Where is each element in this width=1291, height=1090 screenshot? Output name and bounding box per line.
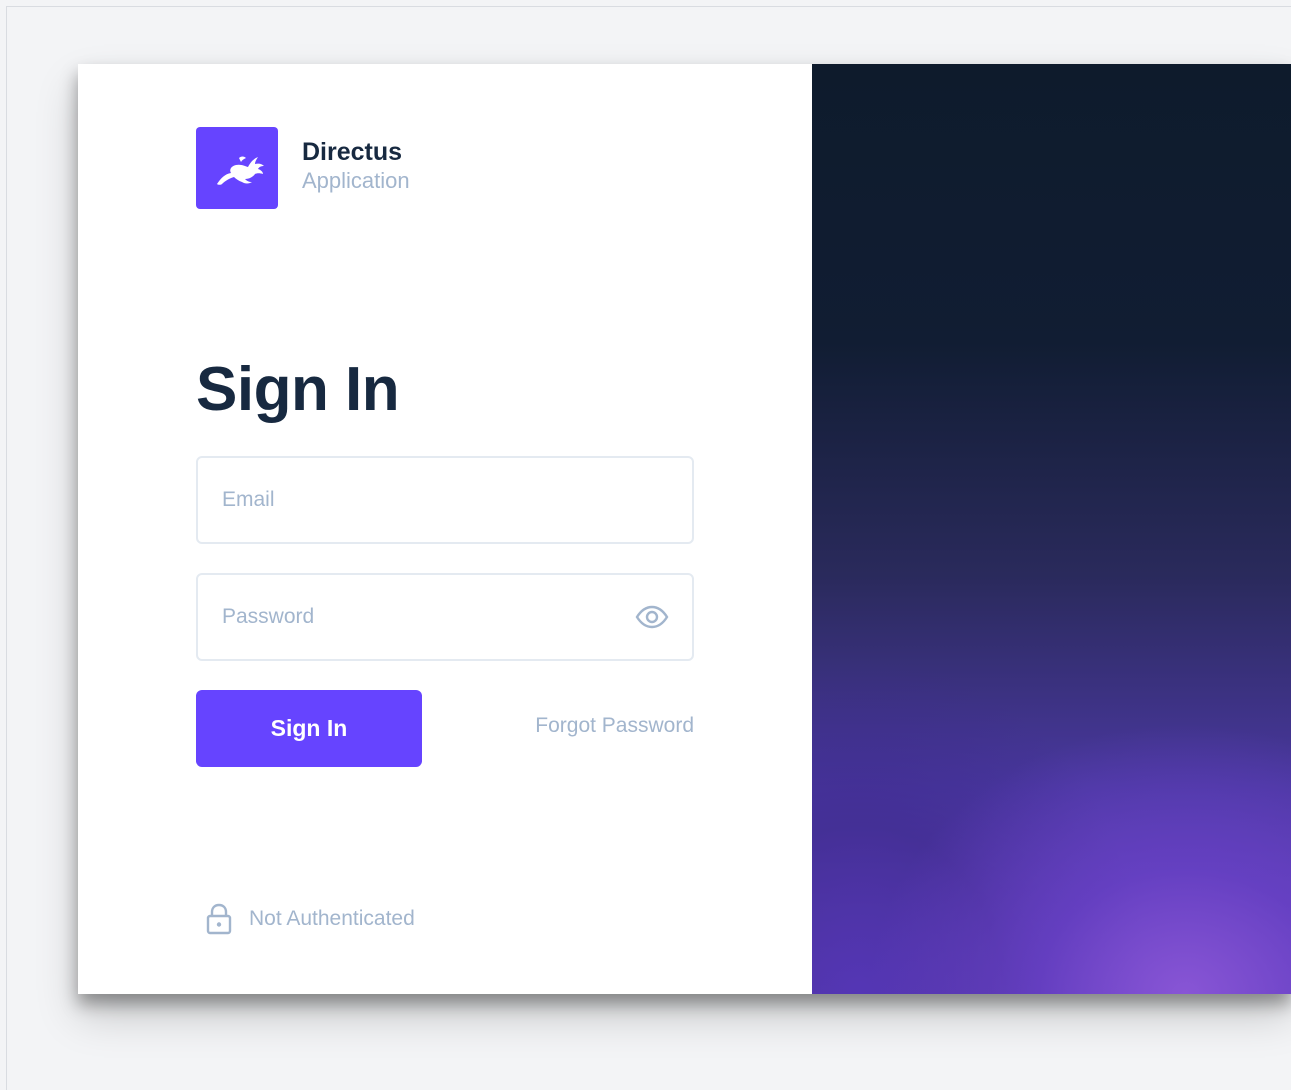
brand-subtitle: Application [302,168,410,193]
rabbit-logo-icon [196,127,278,209]
login-card: Directus Application Sign In Sign In For… [78,64,1291,994]
brand-name: Directus [302,138,403,166]
password-field[interactable] [196,573,694,661]
lock-icon [204,902,234,936]
auth-status-text: Not Authenticated [249,907,415,930]
password-input[interactable] [198,574,634,660]
brand-text: Directus Application [302,137,410,195]
background-art-panel [812,64,1291,994]
forgot-password-link[interactable]: Forgot Password [535,714,694,738]
email-field[interactable] [196,456,694,544]
auth-status: Not Authenticated [204,902,415,936]
eye-icon[interactable] [634,599,670,635]
brand: Directus Application [196,127,410,209]
login-panel: Directus Application Sign In Sign In For… [78,64,812,994]
page-title: Sign In [196,355,400,424]
sign-in-button[interactable]: Sign In [196,690,422,767]
email-input[interactable] [198,457,692,543]
